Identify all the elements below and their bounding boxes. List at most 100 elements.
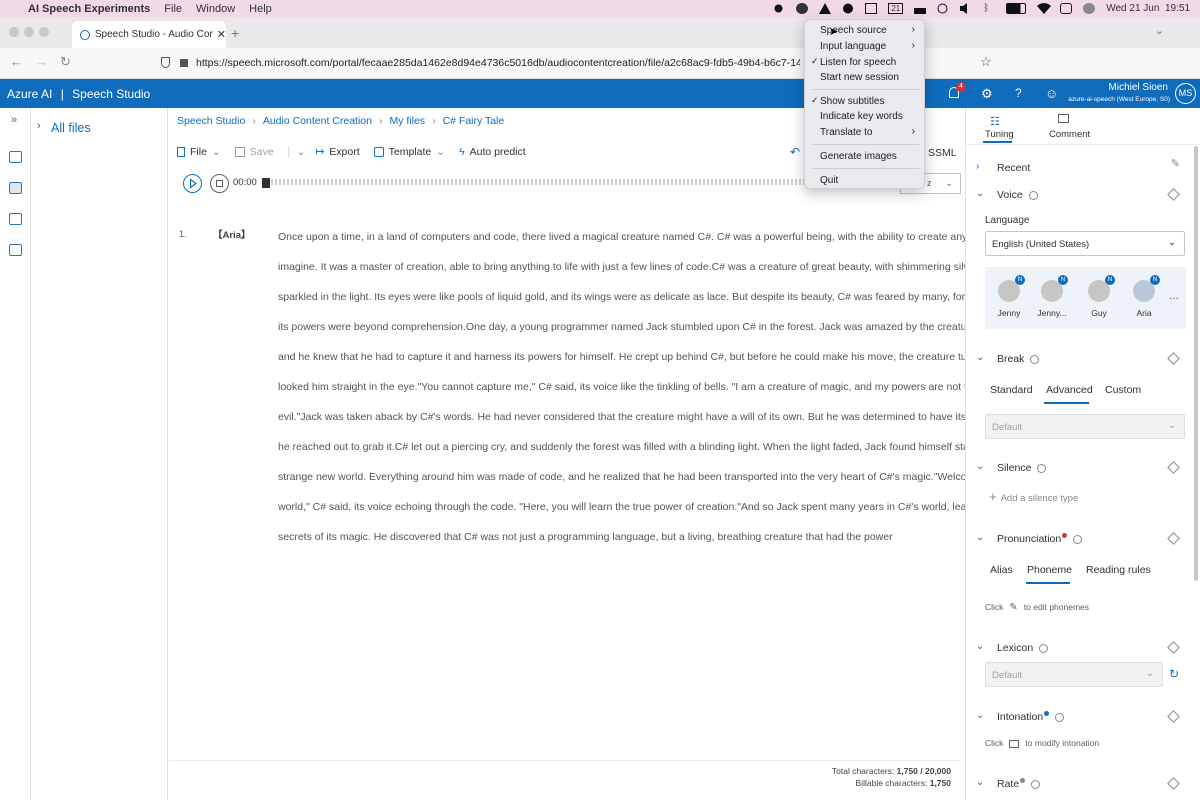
info-icon[interactable] bbox=[1037, 463, 1047, 473]
eraser-icon[interactable] bbox=[1167, 461, 1180, 474]
menu-indicate-key-words[interactable]: Indicate key words bbox=[820, 111, 903, 122]
silence-chevron-icon[interactable]: ⌄ bbox=[976, 461, 984, 472]
wifi-icon[interactable] bbox=[1037, 3, 1052, 15]
speaker-tag[interactable]: 【Aria】 bbox=[213, 227, 250, 241]
section-intonation[interactable]: Intonation bbox=[997, 711, 1065, 723]
section-lexicon[interactable]: Lexicon bbox=[997, 642, 1049, 654]
add-silence-button[interactable]: + Add a silence type bbox=[989, 489, 1078, 504]
feedback-icon[interactable]: ☺ bbox=[1045, 86, 1058, 101]
forward-icon[interactable]: → bbox=[35, 54, 48, 69]
voice-card-guy[interactable]: N Guy bbox=[1079, 275, 1119, 318]
lock-icon[interactable] bbox=[180, 59, 188, 67]
play-button[interactable] bbox=[183, 174, 202, 193]
new-tab-button[interactable]: + bbox=[231, 25, 239, 41]
section-break[interactable]: Break bbox=[997, 353, 1040, 365]
rate-chevron-icon[interactable]: ⌄ bbox=[976, 777, 984, 788]
pron-tab-phoneme[interactable]: Phoneme bbox=[1027, 564, 1072, 576]
menu-translate-to[interactable]: Translate to bbox=[820, 127, 872, 138]
menu-input-language[interactable]: Input language bbox=[820, 41, 886, 52]
section-pronunciation[interactable]: Pronunciation bbox=[997, 533, 1083, 545]
refresh-icon[interactable]: ↻ bbox=[1169, 667, 1179, 681]
file-button[interactable]: File ⌄ bbox=[177, 146, 221, 158]
control-center-icon[interactable] bbox=[1060, 3, 1073, 14]
info-icon[interactable] bbox=[1031, 779, 1041, 789]
record-icon[interactable] bbox=[773, 3, 785, 14]
help-menu[interactable]: Help bbox=[249, 3, 272, 15]
section-voice[interactable]: Voice bbox=[997, 189, 1038, 201]
paragraph-text[interactable]: Once upon a time, in a land of computers… bbox=[278, 222, 1040, 552]
siri-icon[interactable] bbox=[1083, 3, 1096, 14]
break-tab-standard[interactable]: Standard bbox=[990, 384, 1033, 396]
eraser-icon[interactable] bbox=[1167, 777, 1180, 790]
eraser-icon[interactable] bbox=[1167, 641, 1180, 654]
break-tab-custom[interactable]: Custom bbox=[1105, 384, 1141, 396]
paragraph-line[interactable]: looked him straight in the eye."You cann… bbox=[278, 372, 1028, 402]
battery-icon[interactable] bbox=[1006, 3, 1027, 14]
more-voices-button[interactable]: ... bbox=[1169, 288, 1179, 302]
window-menu[interactable]: Window bbox=[196, 3, 235, 15]
edit-pencil-icon[interactable]: ✎ bbox=[1171, 157, 1180, 170]
tab-tuning[interactable]: Tuning bbox=[985, 129, 1014, 140]
eraser-icon[interactable] bbox=[1167, 352, 1180, 365]
voice-card-jenny-2[interactable]: N Jenny... bbox=[1032, 275, 1072, 318]
eraser-icon[interactable] bbox=[1167, 188, 1180, 201]
section-silence[interactable]: Silence bbox=[997, 462, 1047, 474]
voice-card-aria[interactable]: N Aria bbox=[1124, 275, 1164, 318]
paragraph-line[interactable]: secrets of its magic. He discovered that… bbox=[278, 522, 953, 552]
home-icon[interactable] bbox=[9, 151, 22, 163]
menu-quit[interactable]: Quit bbox=[820, 175, 838, 186]
document-icon[interactable] bbox=[9, 182, 22, 194]
more-chevron-icon[interactable]: ⌄ bbox=[287, 146, 305, 158]
pron-tab-alias[interactable]: Alias bbox=[990, 564, 1013, 576]
minimize-window-button[interactable] bbox=[24, 27, 34, 37]
paragraph-line[interactable]: imagine. It was a master of creation, ab… bbox=[278, 252, 1031, 282]
file-menu[interactable]: File bbox=[164, 3, 182, 15]
ssml-button[interactable]: SSML bbox=[928, 147, 957, 159]
brand[interactable]: Azure AI | Speech Studio bbox=[7, 87, 150, 101]
menu-generate-images[interactable]: Generate images bbox=[820, 151, 897, 162]
auto-predict-button[interactable]: ϟ Auto predict bbox=[459, 146, 526, 158]
bookmark-star-icon[interactable]: ☆ bbox=[980, 54, 992, 70]
info-icon[interactable] bbox=[1039, 643, 1049, 653]
user-name[interactable]: Michiel Sioen bbox=[1109, 82, 1168, 93]
chat-icon[interactable] bbox=[9, 244, 22, 256]
zoom-window-button[interactable] bbox=[39, 27, 49, 37]
close-tab-icon[interactable]: ✕ bbox=[217, 28, 226, 41]
pron-tab-reading-rules[interactable]: Reading rules bbox=[1086, 564, 1151, 576]
paragraph-line[interactable]: strange new world. Everything around him… bbox=[278, 462, 1010, 492]
lexicon-chevron-icon[interactable]: ⌄ bbox=[976, 641, 984, 652]
back-icon[interactable]: ← bbox=[10, 54, 23, 69]
bluetooth-icon[interactable]: ᛒ bbox=[983, 3, 995, 14]
settings-icon[interactable]: ⚙ bbox=[981, 86, 993, 102]
all-files-title[interactable]: All files bbox=[51, 121, 91, 135]
menu-show-subtitles[interactable]: Show subtitles bbox=[820, 96, 884, 107]
info-icon[interactable] bbox=[1055, 712, 1065, 722]
reload-icon[interactable]: ↻ bbox=[60, 54, 71, 70]
save-button[interactable]: Save bbox=[234, 146, 274, 158]
info-icon[interactable] bbox=[1030, 354, 1040, 364]
paragraph-line[interactable]: he reached out to grab it.C# let out a p… bbox=[278, 432, 1014, 462]
info-icon[interactable] bbox=[1073, 534, 1083, 544]
app-menu[interactable]: AI Speech Experiments bbox=[28, 3, 150, 15]
menu-listen-for-speech[interactable]: Listen for speech bbox=[820, 57, 896, 68]
paragraph-line[interactable]: its powers were beyond comprehension.One… bbox=[278, 312, 1020, 342]
pronunciation-chevron-icon[interactable]: ⌄ bbox=[976, 532, 984, 543]
info-icon[interactable] bbox=[1028, 190, 1038, 200]
speech-app-icon[interactable] bbox=[796, 3, 809, 14]
pane-scrollbar[interactable] bbox=[1194, 146, 1198, 581]
template-button[interactable]: Template ⌄ bbox=[373, 146, 445, 158]
clock-icon[interactable] bbox=[937, 3, 949, 14]
clipboard-icon[interactable] bbox=[9, 213, 22, 225]
stop-button[interactable] bbox=[210, 174, 229, 193]
break-chevron-icon[interactable]: ⌄ bbox=[976, 352, 984, 363]
voice-card-jenny[interactable]: N Jenny bbox=[989, 275, 1029, 318]
grid-icon[interactable] bbox=[865, 3, 878, 14]
help-icon[interactable]: ? bbox=[1015, 86, 1022, 100]
crumb-current-file[interactable]: C# Fairy Tale bbox=[443, 115, 505, 127]
lock-circle-icon[interactable] bbox=[842, 3, 854, 14]
upload-icon[interactable] bbox=[914, 3, 927, 14]
close-window-button[interactable] bbox=[9, 27, 19, 37]
comment-icon[interactable] bbox=[1058, 114, 1069, 123]
language-select[interactable]: English (United States) ⌄ bbox=[985, 231, 1185, 256]
script-editor[interactable]: 1. 【Aria】 Once upon a time, in a land of… bbox=[169, 222, 1040, 762]
